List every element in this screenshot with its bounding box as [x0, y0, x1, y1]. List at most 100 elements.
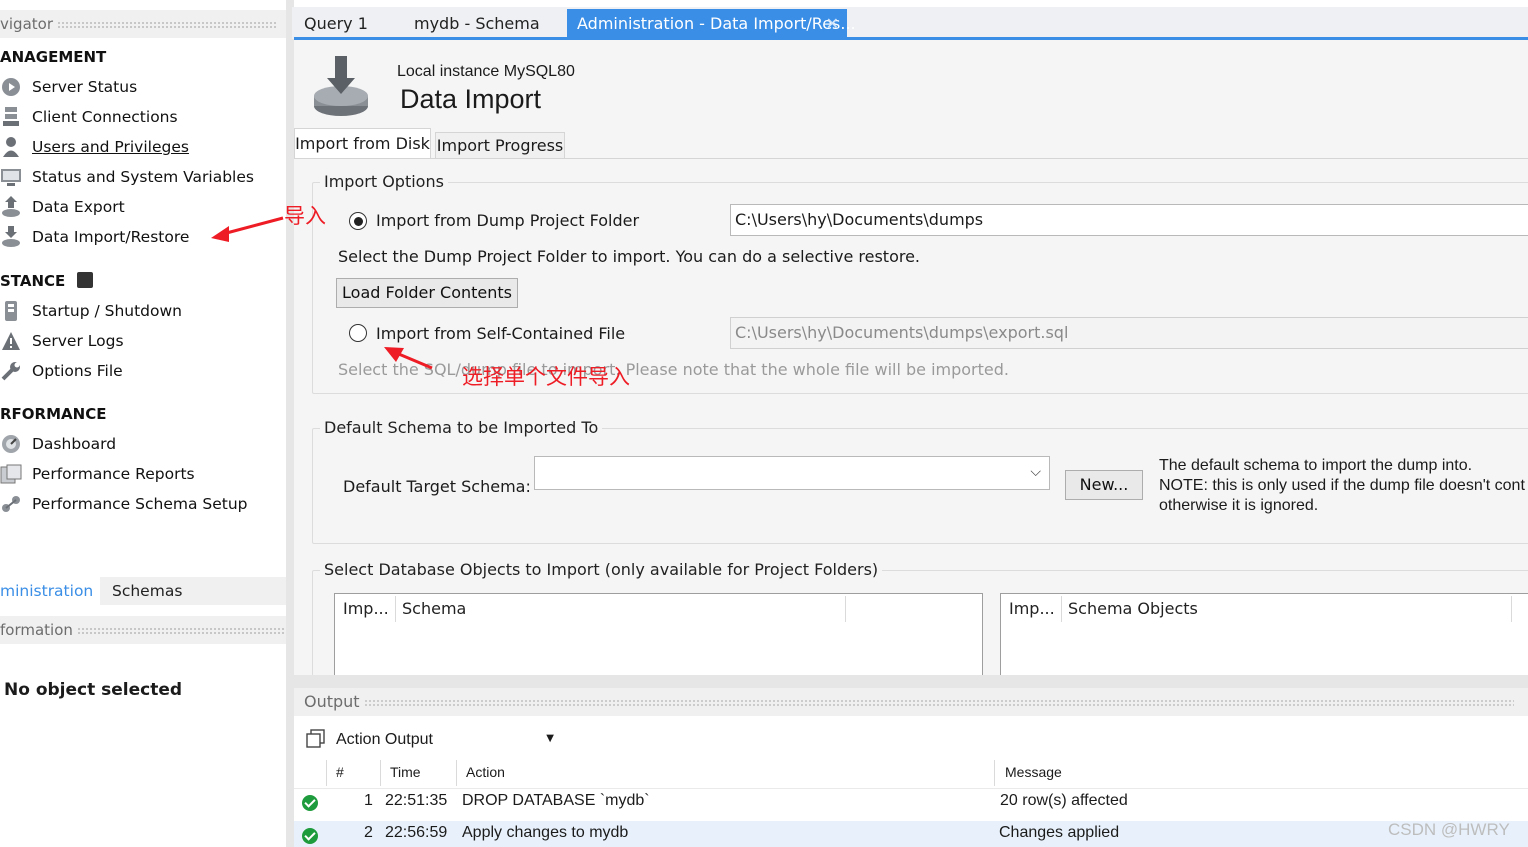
sidebar-item-data-export[interactable]: Data Export	[0, 194, 125, 220]
output-title: Output	[304, 692, 360, 711]
instance-section-title: STANCE	[0, 272, 93, 290]
schema-list-col-schema[interactable]: Schema	[402, 594, 467, 624]
instance-title-text: STANCE	[0, 272, 66, 290]
col-message[interactable]: Message	[1005, 764, 1062, 780]
client-connections-icon	[0, 106, 22, 128]
chevron-down-icon: ⌵	[1030, 464, 1041, 480]
sidebar-item-label: Options File	[32, 362, 123, 380]
table-row[interactable]: 2 22:56:59 Apply changes to mydb Changes…	[294, 821, 1528, 847]
row-message: 20 row(s) affected	[1000, 792, 1128, 809]
sidebar-item-data-import[interactable]: Data Import/Restore	[0, 224, 189, 250]
instance-info-icon	[76, 272, 93, 288]
objects-list-col-schema-objects[interactable]: Schema Objects	[1068, 594, 1198, 624]
output-splitter[interactable]	[294, 675, 1528, 688]
data-import-header-icon	[312, 56, 370, 124]
option-dump-folder-label: Import from Dump Project Folder	[376, 211, 640, 230]
reports-icon	[0, 463, 22, 485]
sidebar-item-client-connections[interactable]: Client Connections	[0, 104, 178, 130]
tab-schemas[interactable]: Schemas	[112, 577, 182, 605]
sidebar-item-label: Dashboard	[32, 435, 117, 453]
tab-administration[interactable]: ministration	[0, 577, 100, 605]
information-title: formation	[0, 621, 73, 639]
copy-icon[interactable]	[306, 729, 326, 753]
sidebar-item-startup-shutdown[interactable]: Startup / Shutdown	[0, 298, 182, 324]
data-import-icon	[0, 226, 22, 248]
output-type-select[interactable]: Action Output ▼	[336, 726, 558, 752]
dump-folder-hint: Select the Dump Project Folder to import…	[338, 247, 921, 266]
sidebar-item-server-status[interactable]: Server Status	[0, 74, 137, 100]
schema-note-line3: otherwise it is ignored.	[1159, 497, 1319, 514]
sidebar-item-status-variables[interactable]: Status and System Variables	[0, 164, 254, 190]
monitor-icon	[0, 166, 22, 188]
dump-folder-path-input[interactable]: C:\Users\hy\Documents\dumps	[730, 204, 1528, 236]
sidebar-item-server-logs[interactable]: Server Logs	[0, 328, 124, 354]
row-action: Apply changes to mydb	[462, 824, 629, 841]
objects-list-col-import[interactable]: Imp...	[1009, 594, 1055, 624]
sidebar-item-performance-schema-setup[interactable]: Performance Schema Setup	[0, 491, 248, 517]
performance-section-title: RFORMANCE	[0, 405, 107, 423]
tab-mydb-schema[interactable]: mydb - Schema	[414, 9, 540, 39]
radio-dump-project-folder[interactable]	[349, 212, 367, 230]
close-icon[interactable]: ✕	[826, 9, 839, 39]
schema-objects-list[interactable]: Imp... Schema Objects	[1000, 593, 1528, 676]
sidebar-item-label: Users and Privileges	[32, 138, 189, 156]
row-number: 1	[364, 792, 373, 809]
navigator-header: vigator	[0, 10, 286, 38]
row-number: 2	[364, 824, 373, 841]
page-title: Data Import	[400, 84, 542, 114]
splitter[interactable]	[286, 0, 294, 847]
instance-name: Local instance MySQL80	[397, 63, 575, 80]
sidebar-item-label: Performance Reports	[32, 465, 195, 483]
tab-query-1[interactable]: Query 1	[304, 9, 368, 39]
sidebar-item-options-file[interactable]: Options File	[0, 358, 123, 384]
subtab-import-from-disk[interactable]: Import from Disk	[294, 128, 431, 159]
option-self-contained-label: Import from Self-Contained File	[376, 324, 626, 343]
schema-list[interactable]: Imp... Schema	[334, 593, 983, 676]
no-object-selected: No object selected	[4, 680, 183, 700]
sidebar-item-label: Startup / Shutdown	[32, 302, 182, 320]
wrench-icon	[0, 360, 22, 382]
sidebar-item-label: Status and System Variables	[32, 168, 254, 186]
user-icon	[0, 136, 22, 158]
sidebar-item-dashboard[interactable]: Dashboard	[0, 431, 116, 457]
col-number[interactable]: #	[336, 764, 344, 780]
schema-note-line2: NOTE: this is only used if the dump file…	[1159, 477, 1525, 494]
row-time: 22:56:59	[385, 824, 448, 841]
db-objects-title: Select Database Objects to Import (only …	[320, 560, 883, 579]
row-time: 22:51:35	[385, 792, 448, 809]
information-header: formation	[0, 616, 286, 644]
sidebar-item-users-and-privileges[interactable]: Users and Privileges	[0, 134, 189, 160]
server-status-icon	[0, 76, 22, 98]
warning-icon	[0, 330, 22, 352]
radio-self-contained-file[interactable]	[349, 324, 367, 342]
annotation-arrow-single-file	[384, 347, 433, 370]
subtab-import-progress[interactable]: Import Progress	[435, 132, 565, 159]
new-schema-button[interactable]: New...	[1065, 470, 1143, 500]
dropdown-arrow-icon: ▼	[546, 733, 554, 744]
management-section-title: ANAGEMENT	[0, 48, 107, 66]
sidebar-item-performance-reports[interactable]: Performance Reports	[0, 461, 195, 487]
document-tab-bar: Query 1 mydb - Schema Administration - D…	[292, 7, 1528, 39]
startup-icon	[0, 300, 22, 322]
sidebar-item-label: Performance Schema Setup	[32, 495, 248, 513]
schema-setup-icon	[0, 493, 22, 515]
annotation-arrow-import	[211, 216, 284, 242]
import-options-title: Import Options	[320, 172, 448, 191]
tab-data-import[interactable]: Administration - Data Import/Res... ✕	[567, 9, 856, 39]
schema-list-col-import[interactable]: Imp...	[343, 594, 389, 624]
default-target-schema-label: Default Target Schema:	[343, 477, 531, 496]
output-table-header: # Time Action Message	[294, 758, 1528, 789]
load-folder-contents-button[interactable]: Load Folder Contents	[336, 278, 518, 308]
col-action[interactable]: Action	[466, 764, 505, 780]
watermark: CSDN @HWRY	[1388, 820, 1510, 839]
default-target-schema-select[interactable]: ⌵	[534, 456, 1050, 490]
self-contained-file-input[interactable]: C:\Users\hy\Documents\dumps\export.sql	[730, 317, 1528, 349]
tab-data-import-label: Administration - Data Import/Res...	[577, 14, 856, 33]
default-schema-title: Default Schema to be Imported To	[320, 418, 603, 437]
sidebar-item-label: Data Import/Restore	[32, 228, 190, 246]
col-time[interactable]: Time	[390, 764, 421, 780]
navigator-panel: vigator ANAGEMENT Server Status Client C…	[0, 0, 286, 847]
row-action: DROP DATABASE `mydb`	[462, 792, 650, 809]
table-row[interactable]: 1 22:51:35 DROP DATABASE `mydb` 20 row(s…	[294, 789, 1528, 819]
navigator-title: vigator	[0, 15, 53, 33]
